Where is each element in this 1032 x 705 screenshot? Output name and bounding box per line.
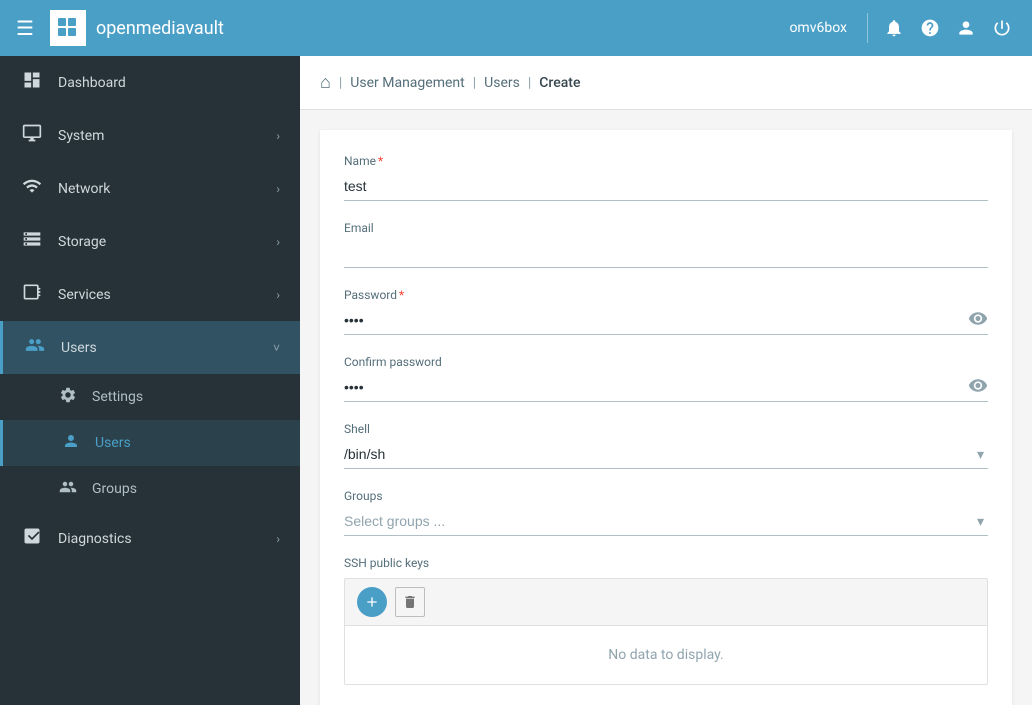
topbar-divider (867, 13, 868, 43)
breadcrumb-sep-3: | (528, 75, 531, 91)
topbar-logo: openmediavault (50, 10, 224, 46)
sidebar-item-system[interactable]: System › (0, 109, 300, 162)
groups-select[interactable]: Select groups ... (344, 507, 988, 536)
email-input[interactable] (344, 239, 988, 268)
password-input-wrapper (344, 306, 988, 335)
breadcrumb-user-management[interactable]: User Management (350, 75, 464, 91)
sidebar-item-storage[interactable]: Storage › (0, 215, 300, 268)
dashboard-icon (20, 70, 44, 95)
network-chevron-icon: › (276, 182, 280, 196)
name-input[interactable] (344, 172, 988, 201)
sidebar-item-label-users: Users (61, 340, 259, 356)
topbar-right: omv6box (789, 13, 1016, 43)
email-label: Email (344, 221, 988, 235)
password-required: * (399, 288, 404, 302)
power-button[interactable] (988, 14, 1016, 42)
name-required: * (378, 154, 383, 168)
breadcrumb-create: Create (539, 75, 580, 91)
email-field-group: Email (344, 221, 988, 268)
ssh-section: SSH public keys No data to display. (344, 556, 988, 685)
shell-field-group: Shell /bin/sh /bin/bash /bin/dash /usr/s… (344, 422, 988, 469)
shell-select-wrapper: /bin/sh /bin/bash /bin/dash /usr/sbin/no… (344, 440, 988, 469)
network-icon (20, 176, 44, 201)
confirm-password-label: Confirm password (344, 355, 988, 369)
sidebar-item-dashboard[interactable]: Dashboard (0, 56, 300, 109)
sidebar-sub-item-settings[interactable]: Settings (0, 374, 300, 420)
logo-text: openmediavault (96, 18, 224, 39)
sidebar-item-label-services: Services (58, 287, 262, 303)
services-chevron-icon: › (276, 288, 280, 302)
sidebar-sub-item-users[interactable]: Users (0, 420, 300, 466)
sidebar-item-network[interactable]: Network › (0, 162, 300, 215)
sidebar-item-diagnostics[interactable]: Diagnostics › (0, 512, 300, 565)
breadcrumb-home-icon[interactable]: ⌂ (320, 72, 331, 93)
sidebar-item-label-diagnostics: Diagnostics (58, 531, 262, 547)
sidebar-item-label-system: System (58, 128, 262, 144)
groups-label: Groups (344, 489, 988, 503)
groups-select-wrapper: Select groups ... (344, 507, 988, 536)
shell-select[interactable]: /bin/sh /bin/bash /bin/dash /usr/sbin/no… (344, 440, 988, 469)
settings-sub-icon (58, 386, 78, 408)
sidebar-item-label-storage: Storage (58, 234, 262, 250)
topbar: ☰ openmediavault omv6box (0, 0, 1032, 56)
no-data-text: No data to display. (608, 647, 723, 663)
services-icon (20, 282, 44, 307)
ssh-toolbar (344, 578, 988, 625)
help-button[interactable] (916, 14, 944, 42)
sidebar-item-label-dashboard: Dashboard (58, 75, 280, 91)
sidebar: Dashboard System › Network › Storage › (0, 56, 300, 705)
password-input[interactable] (344, 306, 988, 335)
sidebar-item-services[interactable]: Services › (0, 268, 300, 321)
users-sub-icon (61, 432, 81, 454)
confirm-password-input-wrapper (344, 373, 988, 402)
breadcrumb-users[interactable]: Users (484, 75, 520, 91)
diagnostics-chevron-icon: › (276, 532, 280, 546)
main-layout: Dashboard System › Network › Storage › (0, 56, 1032, 705)
sidebar-item-users[interactable]: Users ˅ (0, 321, 300, 374)
settings-sub-label: Settings (92, 389, 143, 405)
storage-icon (20, 229, 44, 254)
groups-sub-icon (58, 478, 78, 500)
groups-field-group: Groups Select groups ... (344, 489, 988, 536)
form-card: Name* Email Password* (320, 130, 1012, 705)
user-account-button[interactable] (952, 14, 980, 42)
breadcrumb: ⌂ | User Management | Users | Create (300, 56, 1032, 110)
breadcrumb-sep-1: | (339, 75, 342, 91)
ssh-add-button[interactable] (357, 587, 387, 617)
password-field-group: Password* (344, 288, 988, 335)
users-sub-label: Users (95, 435, 131, 451)
name-field-group: Name* (344, 154, 988, 201)
shell-label: Shell (344, 422, 988, 436)
users-icon (23, 335, 47, 360)
groups-sub-label: Groups (92, 481, 137, 497)
content-area: ⌂ | User Management | Users | Create Nam… (300, 56, 1032, 705)
confirm-password-visibility-toggle[interactable] (968, 375, 988, 400)
password-label: Password* (344, 288, 988, 302)
users-chevron-icon: ˅ (273, 341, 280, 355)
diagnostics-icon (20, 526, 44, 551)
sidebar-sub-item-groups[interactable]: Groups (0, 466, 300, 512)
confirm-password-input[interactable] (344, 373, 988, 402)
ssh-table-body: No data to display. (344, 625, 988, 685)
logo-icon (50, 10, 86, 46)
username-label: omv6box (789, 20, 847, 36)
ssh-delete-button[interactable] (395, 587, 425, 617)
storage-chevron-icon: › (276, 235, 280, 249)
sidebar-item-label-network: Network (58, 181, 262, 197)
system-chevron-icon: › (276, 129, 280, 143)
topbar-left: ☰ openmediavault (16, 10, 224, 46)
notification-button[interactable] (880, 14, 908, 42)
ssh-label: SSH public keys (344, 556, 988, 570)
system-icon (20, 123, 44, 148)
confirm-password-field-group: Confirm password (344, 355, 988, 402)
name-label: Name* (344, 154, 988, 168)
hamburger-button[interactable]: ☰ (16, 16, 34, 41)
password-visibility-toggle[interactable] (968, 308, 988, 333)
breadcrumb-sep-2: | (473, 75, 476, 91)
